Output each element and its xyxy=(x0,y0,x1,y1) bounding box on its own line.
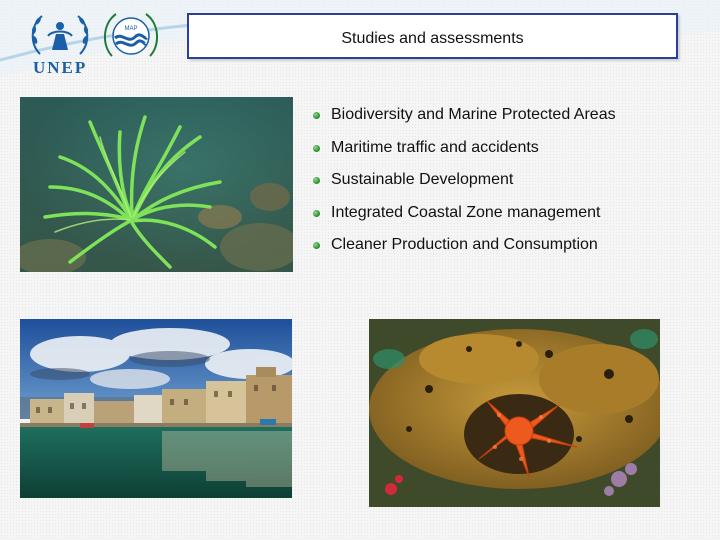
list-item: Cleaner Production and Consumption xyxy=(313,236,616,269)
starfish-photo xyxy=(369,319,660,507)
topic-label: Biodiversity and Marine Protected Areas xyxy=(331,106,616,123)
map-logo: MAP xyxy=(100,10,162,62)
bullet-icon xyxy=(313,209,320,217)
list-item: Biodiversity and Marine Protected Areas xyxy=(313,106,616,139)
bullet-icon xyxy=(313,112,320,119)
topic-label: Integrated Coastal Zone management xyxy=(331,203,601,221)
unep-wordmark: UNEP xyxy=(33,58,88,77)
list-item: Integrated Coastal Zone management xyxy=(313,204,616,237)
topic-label: Sustainable Development xyxy=(331,171,514,188)
harbour-photo xyxy=(20,319,292,498)
list-item: Sustainable Development xyxy=(313,171,616,204)
topics-list: Biodiversity and Marine Protected Areas … xyxy=(313,106,616,269)
bullet-icon xyxy=(313,242,320,249)
list-item: Maritime traffic and accidents xyxy=(313,139,616,172)
page-title: Studies and assessments xyxy=(341,30,524,47)
bullet-icon xyxy=(313,144,320,152)
unep-logo xyxy=(26,10,94,62)
title-box: Studies and assessments xyxy=(187,13,678,59)
topic-label: Maritime traffic and accidents xyxy=(331,138,539,156)
topic-label: Cleaner Production and Consumption xyxy=(331,236,598,253)
sea-anemone-photo xyxy=(20,97,293,272)
svg-text:MAP: MAP xyxy=(124,26,137,32)
bullet-icon xyxy=(313,177,320,184)
